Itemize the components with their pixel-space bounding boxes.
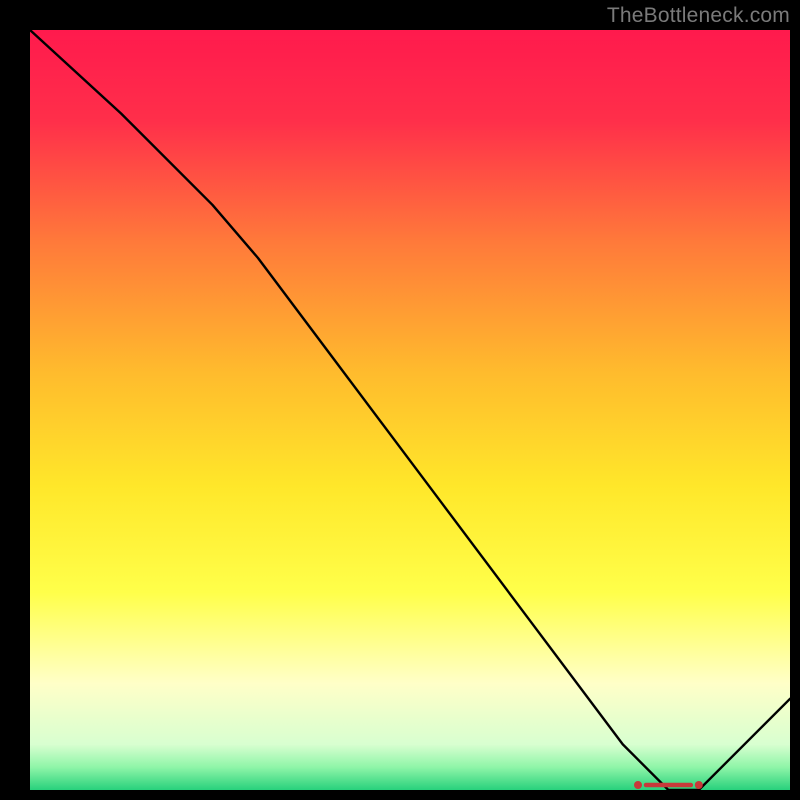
optimum-dot bbox=[634, 781, 642, 789]
watermark-text: TheBottleneck.com bbox=[607, 4, 790, 28]
chart-frame: TheBottleneck.com bbox=[0, 0, 800, 800]
optimum-dot bbox=[695, 781, 703, 789]
gradient-background bbox=[30, 30, 790, 790]
plot-svg bbox=[30, 30, 790, 790]
plot-area bbox=[30, 30, 790, 790]
